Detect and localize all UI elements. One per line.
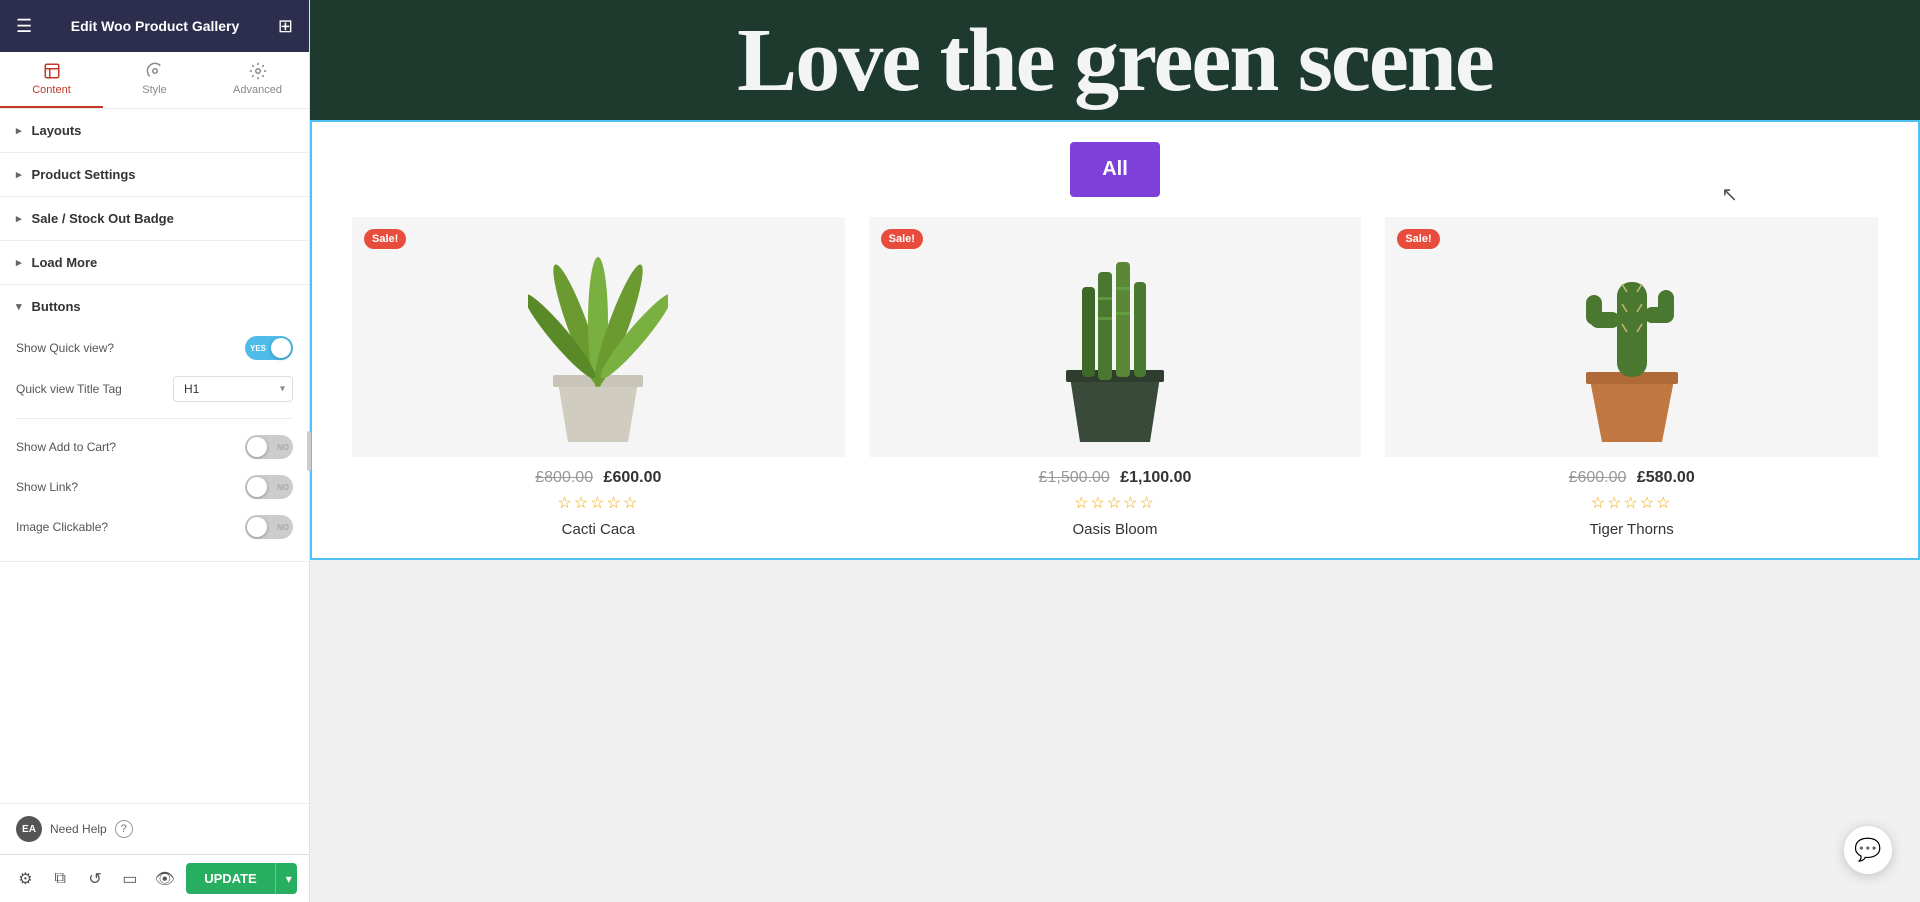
resize-handle-visual	[307, 431, 311, 471]
filter-bar: All	[352, 142, 1878, 197]
accordion-load-more-header[interactable]: Load More	[0, 241, 309, 284]
price-new-0: £600.00	[604, 469, 662, 486]
price-old-1: £1,500.00	[1039, 469, 1110, 486]
layers-icon[interactable]: ⧉	[47, 865, 74, 893]
price-new-2: £580.00	[1637, 469, 1695, 486]
products-grid: Sale! £800.00	[352, 217, 1878, 538]
price-old-0: £800.00	[535, 469, 593, 486]
panel-toolbar: ⚙ ⧉ ↺ ▭ 👁 UPDATE ▾	[0, 854, 309, 902]
main-canvas: Love the green scene All Sale!	[310, 0, 1920, 902]
product-stars-2: ☆☆☆☆☆	[1385, 493, 1878, 513]
sale-badge-0: Sale!	[364, 229, 406, 249]
resize-handle[interactable]	[305, 0, 313, 902]
accordion-sale-badge: Sale / Stock Out Badge	[0, 197, 309, 241]
plant-cactus-svg	[1562, 232, 1702, 442]
product-card-1: Sale!	[869, 217, 1362, 538]
hamburger-icon[interactable]: ☰	[16, 16, 32, 37]
accordion-product-settings-header[interactable]: Product Settings	[0, 153, 309, 196]
need-help-section: EA Need Help ?	[0, 803, 309, 854]
image-clickable-toggle[interactable]: NO	[245, 515, 293, 539]
settings-icon[interactable]: ⚙	[12, 865, 39, 893]
accordion-product-settings: Product Settings	[0, 153, 309, 197]
show-link-toggle[interactable]: NO	[245, 475, 293, 499]
product-price-0: £800.00 £600.00	[352, 469, 845, 487]
plant-snake-svg	[1050, 232, 1180, 442]
quick-view-title-tag-select[interactable]: H1 H2 H3 H4 H5 H6	[173, 376, 293, 402]
product-price-2: £600.00 £580.00	[1385, 469, 1878, 487]
product-card-2: Sale!	[1385, 217, 1878, 538]
chevron-product-settings-icon	[16, 168, 22, 181]
panel-header: ☰ Edit Woo Product Gallery ⊞	[0, 0, 309, 52]
quick-view-title-tag-select-wrap: H1 H2 H3 H4 H5 H6 ▾	[173, 376, 293, 402]
chevron-load-more-icon	[16, 256, 22, 269]
product-image-1	[869, 217, 1362, 457]
show-add-to-cart-toggle[interactable]: NO	[245, 435, 293, 459]
tab-style[interactable]: Style	[103, 52, 206, 108]
grid-icon[interactable]: ⊞	[278, 16, 293, 37]
toggle-knob-show-link	[247, 477, 267, 497]
product-stars-1: ☆☆☆☆☆	[869, 493, 1362, 513]
product-stars-0: ☆☆☆☆☆	[352, 493, 845, 513]
panel-title: Edit Woo Product Gallery	[71, 18, 240, 34]
show-link-row: Show Link? NO	[16, 467, 293, 507]
accordion-layouts: Layouts	[0, 109, 309, 153]
product-card-0: Sale! £800.00	[352, 217, 845, 538]
tablet-icon[interactable]: ▭	[117, 865, 144, 893]
toggle-knob-quick-view	[271, 338, 291, 358]
show-quick-view-row: Show Quick view? YES	[16, 328, 293, 368]
hero-banner: Love the green scene	[310, 0, 1920, 120]
buttons-section-body: Show Quick view? YES Quick view Title Ta…	[0, 328, 309, 561]
accordion-buttons: ▾ Buttons Show Quick view? YES Quick vie…	[0, 285, 309, 562]
product-name-2: Tiger Thorns	[1385, 521, 1878, 538]
hero-text: Love the green scene	[737, 9, 1493, 112]
quick-view-title-tag-label: Quick view Title Tag	[16, 382, 173, 396]
update-dropdown-button[interactable]: ▾	[275, 863, 297, 894]
accordion-layouts-header[interactable]: Layouts	[0, 109, 309, 152]
eye-icon[interactable]: 👁	[151, 865, 178, 893]
gallery-area: All Sale!	[310, 120, 1920, 560]
chevron-buttons-icon: ▾	[16, 300, 22, 313]
accordion-load-more: Load More	[0, 241, 309, 285]
chevron-sale-badge-icon	[16, 212, 22, 225]
toggle-knob-add-to-cart	[247, 437, 267, 457]
image-clickable-label: Image Clickable?	[16, 520, 245, 534]
plant-aloe-svg	[528, 232, 668, 442]
show-add-to-cart-label: Show Add to Cart?	[16, 440, 245, 454]
toggle-knob-image-clickable	[247, 517, 267, 537]
sale-badge-1: Sale!	[881, 229, 923, 249]
price-old-2: £600.00	[1569, 469, 1627, 486]
show-add-to-cart-row: Show Add to Cart? NO	[16, 427, 293, 467]
left-panel: ☰ Edit Woo Product Gallery ⊞ Content Sty…	[0, 0, 310, 902]
product-name-0: Cacti Caca	[352, 521, 845, 538]
product-name-1: Oasis Bloom	[869, 521, 1362, 538]
chat-bubble-button[interactable]: 💬	[1844, 826, 1892, 874]
product-image-0	[352, 217, 845, 457]
image-clickable-row: Image Clickable? NO	[16, 507, 293, 547]
show-quick-view-label: Show Quick view?	[16, 341, 245, 355]
help-question-icon[interactable]: ?	[115, 820, 133, 838]
show-quick-view-toggle[interactable]: YES	[245, 336, 293, 360]
chevron-layouts-icon	[16, 124, 22, 137]
product-image-2	[1385, 217, 1878, 457]
tab-advanced[interactable]: Advanced	[206, 52, 309, 108]
accordion-buttons-header[interactable]: ▾ Buttons	[0, 285, 309, 328]
history-icon[interactable]: ↺	[82, 865, 109, 893]
panel-tabs: Content Style Advanced	[0, 52, 309, 109]
update-button[interactable]: UPDATE	[186, 863, 274, 894]
accordion-sale-badge-header[interactable]: Sale / Stock Out Badge	[0, 197, 309, 240]
price-new-1: £1,100.00	[1120, 469, 1191, 486]
divider-1	[16, 418, 293, 419]
ea-badge: EA	[16, 816, 42, 842]
tab-content[interactable]: Content	[0, 52, 103, 108]
need-help-text: Need Help	[50, 822, 107, 836]
sale-badge-2: Sale!	[1397, 229, 1439, 249]
filter-all-button[interactable]: All	[1070, 142, 1160, 197]
update-btn-wrap: UPDATE ▾	[186, 863, 297, 894]
product-price-1: £1,500.00 £1,100.00	[869, 469, 1362, 487]
show-link-label: Show Link?	[16, 480, 245, 494]
quick-view-title-tag-row: Quick view Title Tag H1 H2 H3 H4 H5 H6 ▾	[16, 368, 293, 410]
